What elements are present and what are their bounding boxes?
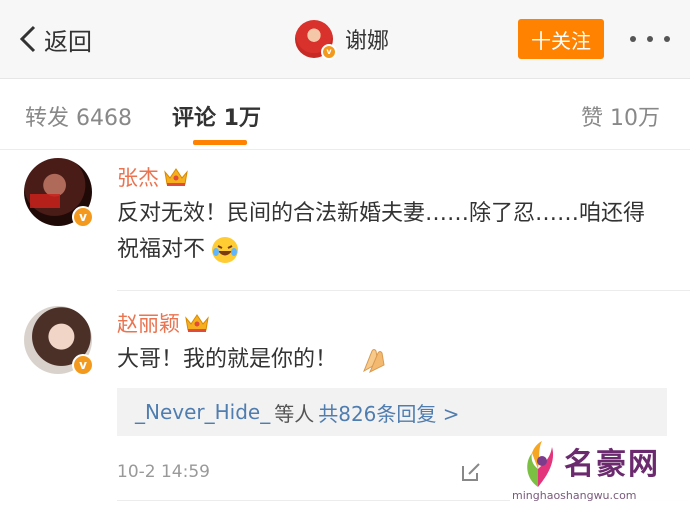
active-tab-indicator bbox=[193, 140, 247, 145]
verified-badge-icon: v bbox=[72, 354, 94, 376]
clapping-hands-emoji-icon bbox=[363, 349, 385, 374]
back-button[interactable]: 返回 bbox=[18, 20, 92, 58]
verified-badge-icon: v bbox=[321, 44, 337, 60]
avatar[interactable]: v bbox=[24, 306, 94, 376]
avatar[interactable]: v bbox=[24, 158, 94, 228]
edit-reply-icon[interactable] bbox=[459, 460, 483, 484]
comment-author[interactable]: 张杰 bbox=[117, 162, 189, 192]
tab-reposts[interactable]: 转发 6468 bbox=[25, 100, 132, 132]
profile-title[interactable]: v 谢娜 bbox=[295, 18, 389, 60]
reply-mid-text: 等人 bbox=[274, 401, 315, 426]
comment-timestamp: 10-2 14:59 bbox=[117, 462, 210, 482]
comment-text-content: 反对无效！民间的合法新婚夫妻……除了忍……咱还得祝福对不 bbox=[117, 201, 646, 262]
chevron-left-icon bbox=[19, 25, 36, 53]
laughing-tears-emoji-icon bbox=[212, 237, 239, 263]
avatar-overlay bbox=[30, 194, 60, 208]
watermark-name: 名豪网 bbox=[564, 447, 660, 482]
site-watermark: 名豪网 minghaoshangwu.com bbox=[510, 437, 690, 509]
verified-badge-icon: v bbox=[72, 206, 94, 228]
comment-text: 反对无效！民间的合法新婚夫妻……除了忍……咱还得祝福对不 bbox=[117, 196, 662, 268]
tab-bar: 转发 6468 评论 1万 赞 10万 bbox=[0, 79, 690, 150]
author-name: 赵丽颖 bbox=[117, 312, 180, 336]
divider bbox=[117, 290, 690, 291]
tab-likes[interactable]: 赞 10万 bbox=[581, 100, 660, 132]
watermark-logo-icon bbox=[527, 441, 554, 487]
replies-link[interactable]: _Never_Hide_ 等人 共826条回复 > bbox=[117, 388, 667, 436]
top-nav-bar: 返回 v 谢娜 十关注 bbox=[0, 0, 690, 79]
author-name: 张杰 bbox=[117, 166, 159, 190]
tab-comments[interactable]: 评论 1万 bbox=[172, 100, 261, 132]
more-options-icon[interactable] bbox=[630, 24, 670, 54]
follow-button[interactable]: 十关注 bbox=[518, 19, 604, 59]
crown-icon bbox=[164, 168, 188, 186]
reply-count[interactable]: 共826条回复 > bbox=[318, 398, 459, 427]
crown-icon bbox=[185, 314, 209, 332]
comment-text: 大哥！我的就是你的！ bbox=[117, 342, 662, 378]
reply-users[interactable]: _Never_Hide_ bbox=[135, 400, 270, 424]
comment-text-content: 大哥！我的就是你的！ bbox=[117, 347, 338, 372]
back-label: 返回 bbox=[44, 27, 92, 56]
watermark-url: minghaoshangwu.com bbox=[512, 489, 637, 502]
comment-author[interactable]: 赵丽颖 bbox=[117, 308, 210, 338]
avatar[interactable]: v bbox=[295, 20, 337, 60]
page-title: 谢娜 bbox=[345, 29, 390, 54]
